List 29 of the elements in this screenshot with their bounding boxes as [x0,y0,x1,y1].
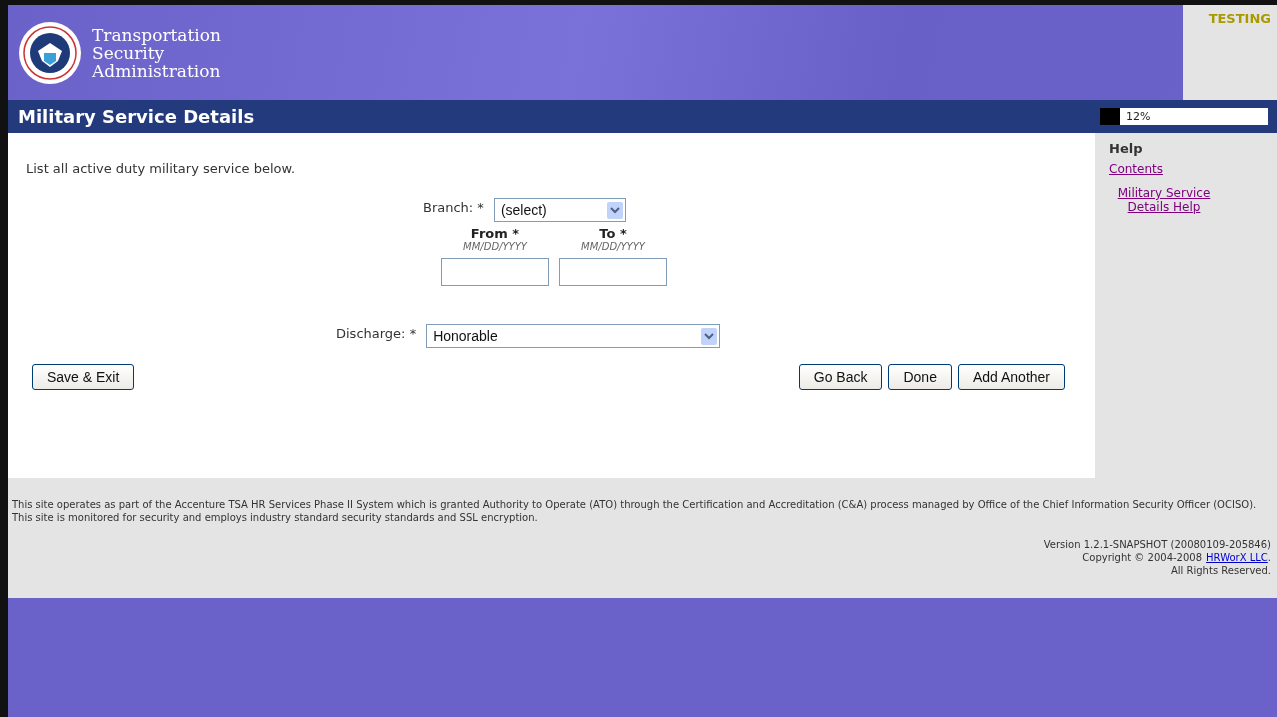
save-exit-button[interactable]: Save & Exit [32,364,135,390]
copyright-text: Copyright © 2004-2008 [1082,551,1203,564]
help-link[interactable]: Contents [1109,162,1219,176]
period-text: . [1267,551,1271,564]
help-link[interactable]: Military Service Details Help [1109,186,1219,214]
agency-name: Transportation Security Administration [92,25,221,80]
discharge-select[interactable]: Honorable [426,324,721,348]
help-title: Help [1109,141,1144,156]
discharge-label: Discharge: * [336,325,417,341]
form-button[interactable]: Add Another [957,364,1065,390]
rights-text: All Rights Reserved. [1170,564,1271,577]
date-format-hint: MM/DD/YYYY [463,241,527,252]
date-label: From * [470,226,520,241]
date-format-hint: MM/DD/YYYY [581,241,645,252]
progress-reading: 12% [1126,110,1151,123]
form-button[interactable]: Done [888,364,952,390]
branch-select[interactable]: (select) [493,198,626,222]
branch-label: Branch: * [423,199,484,215]
date-input[interactable] [441,258,549,286]
seal-logo [18,20,82,85]
version-text: Version 1.2.1-SNAPSHOT (20080109-205846) [1043,538,1271,551]
date-input[interactable] [559,258,667,286]
page-title: Military Service Details [17,106,256,127]
company-link[interactable]: HRWorX LLC [1206,551,1268,564]
date-label: To * [599,226,627,241]
security-notice: This site operates as part of the Accenture TSA HR Services Phase II System which is granted Authority to Operate (ATO) through the Certification and Accreditation (C&A) process managed by Office of the Chief Information Security Officer (OCISO). This site is monitored for security and employs industry standard security standards and SSL encryption. [12,498,1258,524]
intro-text: List all active duty military service below. [26,161,296,176]
form-button[interactable]: Go Back [798,364,883,390]
environment-label: TESTING [1208,11,1271,27]
